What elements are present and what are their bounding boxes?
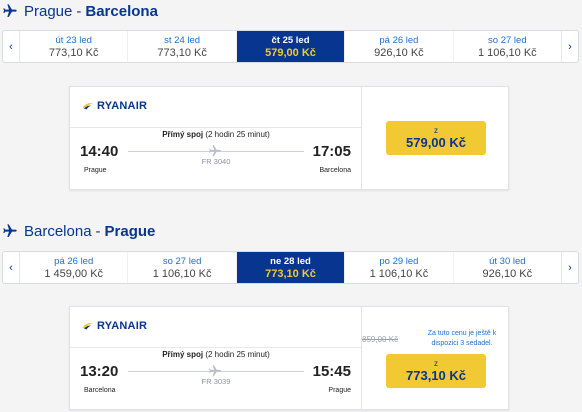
date-price: 1 106,10 Kč: [477, 46, 537, 59]
date-label: po 29 led: [379, 255, 419, 267]
return-date-selector: ‹ pá 26 led 1 459,00 Kč so 27 led 1 106,…: [2, 251, 579, 284]
price-from-label: z: [434, 125, 438, 135]
return-prev-dates-button[interactable]: ‹: [3, 252, 20, 283]
return-destination: Prague: [104, 222, 156, 240]
departure-time: 13:20: [80, 363, 119, 380]
return-date-option[interactable]: út 30 led 926,10 Kč: [454, 252, 561, 283]
flight-details: RYANAIR Přímý spoj (2 hodin 25 minut) FR…: [70, 307, 362, 409]
arrival-time: 17:05: [312, 143, 351, 160]
flight-duration: (2 hodin 25 minut): [205, 350, 270, 359]
return-separator: -: [95, 222, 101, 240]
outbound-route-title: Prague - Barcelona: [2, 0, 158, 22]
return-route-title: Barcelona - Prague: [2, 220, 155, 242]
date-price: 926,10 Kč: [482, 267, 533, 280]
date-label: pá 26 led: [379, 34, 419, 46]
airline-name: RYANAIR: [97, 100, 148, 112]
outbound-date-option[interactable]: pá 26 led 926,10 Kč: [345, 31, 454, 62]
ryanair-harp-icon: [82, 102, 94, 110]
date-label: st 24 led: [164, 34, 201, 46]
return-date-option[interactable]: po 29 led 1 106,10 Kč: [345, 252, 454, 283]
outbound-flight-card: RYANAIR Přímý spoj (2 hodin 25 minut) FR…: [69, 86, 509, 190]
date-label: so 27 led: [162, 255, 202, 267]
outbound-origin: Prague: [24, 2, 73, 20]
date-label: út 23 led: [55, 34, 92, 46]
plane-icon: [209, 365, 221, 377]
flight-details: RYANAIR Přímý spoj (2 hodin 25 minut) FR…: [70, 87, 362, 189]
plane-icon: [209, 145, 221, 157]
outbound-date-selector: ‹ út 23 led 773,10 Kč st 24 led 773,10 K…: [2, 30, 579, 63]
date-price: 579,00 Kč: [265, 46, 316, 59]
date-label: út 30 led: [489, 255, 526, 267]
arrival-time: 15:45: [312, 363, 351, 380]
price-from-label: z: [434, 358, 438, 368]
return-origin: Barcelona: [24, 222, 92, 240]
airline-name: RYANAIR: [97, 320, 148, 332]
date-price: 926,10 Kč: [374, 46, 424, 59]
divider: [70, 127, 361, 128]
plane-icon: [3, 224, 17, 237]
flight-duration: (2 hodin 25 minut): [205, 130, 270, 139]
price-amount: 773,10 Kč: [406, 367, 466, 383]
outbound-next-dates-button[interactable]: ›: [561, 31, 578, 62]
outbound-date-option-selected[interactable]: čt 25 led 579,00 Kč: [236, 31, 346, 62]
flight-type: Přímý spoj (2 hodin 25 minut): [70, 130, 362, 139]
plane-icon: [3, 4, 17, 17]
outbound-date-option[interactable]: so 27 led 1 106,10 Kč: [454, 31, 561, 62]
flight-type-label: Přímý spoj: [162, 350, 204, 359]
outbound-date-option[interactable]: út 23 led 773,10 Kč: [20, 31, 129, 62]
select-price-button[interactable]: z 579,00 Kč: [386, 121, 486, 155]
date-price: 1 106,10 Kč: [369, 267, 429, 280]
ryanair-harp-icon: [82, 322, 94, 330]
flight-type: Přímý spoj (2 hodin 25 minut): [70, 350, 362, 359]
date-price: 773,10 Kč: [157, 46, 207, 59]
old-price: 859,00 Kč: [362, 335, 399, 344]
price-amount: 579,00 Kč: [406, 134, 466, 150]
return-flight-card: RYANAIR Přímý spoj (2 hodin 25 minut) FR…: [69, 306, 509, 410]
date-price: 773,10 Kč: [265, 267, 316, 280]
date-price: 1 459,00 Kč: [44, 267, 104, 280]
date-label: pá 26 led: [54, 255, 94, 267]
date-price: 773,10 Kč: [48, 46, 99, 59]
return-date-option[interactable]: pá 26 led 1 459,00 Kč: [20, 252, 129, 283]
outbound-prev-dates-button[interactable]: ‹: [3, 31, 20, 62]
date-label: čt 25 led: [271, 34, 310, 46]
airline-logo: RYANAIR: [82, 100, 147, 112]
departure-city: Prague: [84, 167, 107, 174]
departure-city: Barcelona: [84, 387, 116, 394]
outbound-separator: -: [76, 2, 82, 20]
divider: [70, 347, 361, 348]
return-date-option[interactable]: so 27 led 1 106,10 Kč: [128, 252, 237, 283]
outbound-date-option[interactable]: st 24 led 773,10 Kč: [128, 31, 237, 62]
date-label: so 27 led: [488, 34, 527, 46]
date-label: ne 28 led: [270, 255, 311, 267]
airline-logo: RYANAIR: [82, 320, 147, 332]
outbound-destination: Barcelona: [85, 2, 158, 20]
date-price: 1 106,10 Kč: [152, 267, 212, 280]
return-next-dates-button[interactable]: ›: [561, 252, 578, 283]
arrival-city: Barcelona: [319, 167, 351, 174]
seats-left-notice: Za tuto cenu je ještě k dispozici 3 seda…: [427, 330, 497, 347]
arrival-city: Prague: [328, 387, 351, 394]
flight-type-label: Přímý spoj: [162, 130, 204, 139]
departure-time: 14:40: [80, 143, 119, 160]
return-date-option-selected[interactable]: ne 28 led 773,10 Kč: [236, 252, 346, 283]
select-price-button[interactable]: z 773,10 Kč: [386, 354, 486, 388]
